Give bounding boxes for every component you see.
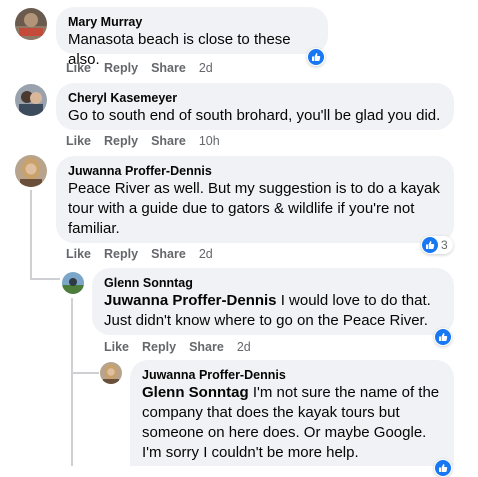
share-button[interactable]: Share (151, 134, 186, 148)
comment-author[interactable]: Glenn Sonntag (104, 275, 442, 291)
comment-text-line: company that does the kayak tours but (142, 404, 400, 421)
like-button[interactable]: Like (66, 134, 91, 148)
comment-text-line: Peace River as well. But my suggestion i… (68, 180, 440, 197)
comment-actions: Like Reply Share 2d (104, 340, 264, 354)
avatar[interactable] (62, 272, 84, 294)
timestamp[interactable]: 2d (237, 340, 251, 354)
comment-actions: Like Reply Share 10h (66, 134, 233, 148)
comment-author[interactable]: Juwanna Proffer-Dennis (68, 163, 442, 179)
reply-button[interactable]: Reply (104, 134, 138, 148)
comment-bubble: Juwanna Proffer-Dennis Peace River as we… (56, 156, 454, 243)
reaction-badge[interactable] (307, 48, 325, 66)
reaction-badge[interactable] (434, 459, 452, 477)
thread-line (71, 372, 99, 374)
avatar[interactable] (15, 84, 47, 116)
reaction-badge[interactable]: 3 (421, 236, 453, 254)
like-button[interactable]: Like (104, 340, 129, 354)
timestamp[interactable]: 2d (199, 61, 213, 75)
comment-text-line: Just didn't know where to go on the Peac… (104, 312, 428, 329)
reply-button[interactable]: Reply (142, 340, 176, 354)
reaction-badge[interactable] (434, 328, 452, 346)
avatar[interactable] (15, 8, 47, 40)
comment-text: Go to south end of south brohard, you'll… (68, 107, 441, 124)
avatar[interactable] (100, 362, 122, 384)
like-button[interactable]: Like (66, 61, 91, 75)
timestamp[interactable]: 2d (199, 247, 213, 261)
comment-text: I'm not sure the name of the (248, 384, 440, 401)
comment-author[interactable]: Mary Murray (68, 14, 316, 30)
reply-bubble: Glenn Sonntag Juwanna Proffer-Dennis I w… (92, 268, 454, 335)
share-button[interactable]: Share (151, 61, 186, 75)
mention-link[interactable]: Glenn Sonntag (142, 384, 249, 401)
comment-text-line: I'm sorry I couldn't be more help. (142, 444, 359, 461)
comment-text-line: Juwanna Proffer-Dennis I would love to d… (104, 291, 442, 311)
share-button[interactable]: Share (189, 340, 224, 354)
mention-link[interactable]: Juwanna Proffer-Dennis (104, 292, 277, 309)
avatar[interactable] (15, 155, 47, 187)
comment-actions: Like Reply Share 2d (66, 247, 226, 261)
comment-actions: Like Reply Share 2d (66, 61, 226, 75)
thread-line (30, 278, 60, 280)
reply-button[interactable]: Reply (104, 61, 138, 75)
comment-text: I would love to do that. (276, 292, 431, 309)
comment-bubble: Cheryl Kasemeyer Go to south end of sout… (56, 83, 454, 130)
comment-text-line: Glenn Sonntag I'm not sure the name of t… (142, 383, 442, 403)
reply-button[interactable]: Reply (104, 247, 138, 261)
thumbs-up-icon (435, 329, 451, 345)
comment-author[interactable]: Juwanna Proffer-Dennis (142, 367, 442, 383)
comment-text-line: familiar. (68, 220, 120, 237)
share-button[interactable]: Share (151, 247, 186, 261)
thread-line (30, 190, 32, 280)
like-button[interactable]: Like (66, 247, 91, 261)
thumbs-up-icon (435, 460, 451, 476)
comment-text-line: tour with a guide due to gators & wildli… (68, 200, 415, 217)
thread-line (71, 298, 73, 466)
comment-text-line: someone on here does. Or maybe Google. (142, 424, 427, 441)
comment-author[interactable]: Cheryl Kasemeyer (68, 90, 442, 106)
comment-bubble: Mary Murray Manasota beach is close to t… (56, 7, 328, 68)
thumbs-up-icon (422, 237, 438, 253)
timestamp[interactable]: 10h (199, 134, 220, 148)
thumbs-up-icon (308, 49, 324, 65)
reply-bubble: Juwanna Proffer-Dennis Glenn Sonntag I'm… (130, 360, 454, 466)
reaction-count: 3 (441, 238, 448, 252)
